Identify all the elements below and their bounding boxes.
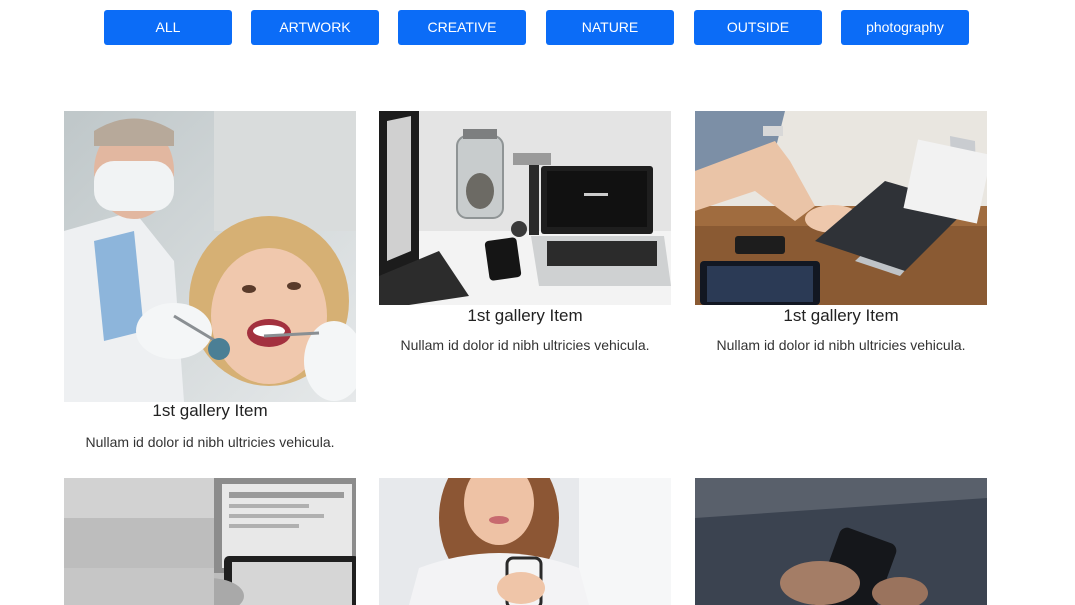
gallery-grid: 1st gallery Item Nullam id dolor id nibh… [0, 0, 1075, 605]
gallery-item-description: Nullam id dolor id nibh ultricies vehicu… [85, 434, 335, 450]
hands-phone-photo[interactable] [695, 478, 987, 605]
gallery-item-description: Nullam id dolor id nibh ultricies vehicu… [716, 337, 966, 353]
gallery-item[interactable] [64, 478, 356, 605]
gallery-item[interactable]: 1st gallery Item Nullam id dolor id nibh… [695, 111, 987, 361]
laptop-desk-photo[interactable] [379, 111, 671, 305]
gallery-item-title: 1st gallery Item [152, 401, 268, 420]
gallery-item[interactable]: 1st gallery Item Nullam id dolor id nibh… [64, 111, 356, 456]
gallery-item-description: Nullam id dolor id nibh ultricies vehicu… [400, 337, 650, 353]
woman-phone-photo[interactable] [379, 478, 671, 605]
gallery-item[interactable]: 1st gallery Item Nullam id dolor id nibh… [379, 111, 671, 361]
typing-laptop-photo[interactable] [695, 111, 987, 305]
gallery-item[interactable] [695, 478, 987, 605]
tablet-laptop-photo[interactable] [64, 478, 356, 605]
gallery-item-title: 1st gallery Item [783, 306, 899, 325]
gallery-item[interactable] [379, 478, 671, 605]
gallery-item-title: 1st gallery Item [467, 306, 583, 325]
dentist-patient-photo[interactable] [64, 111, 356, 402]
